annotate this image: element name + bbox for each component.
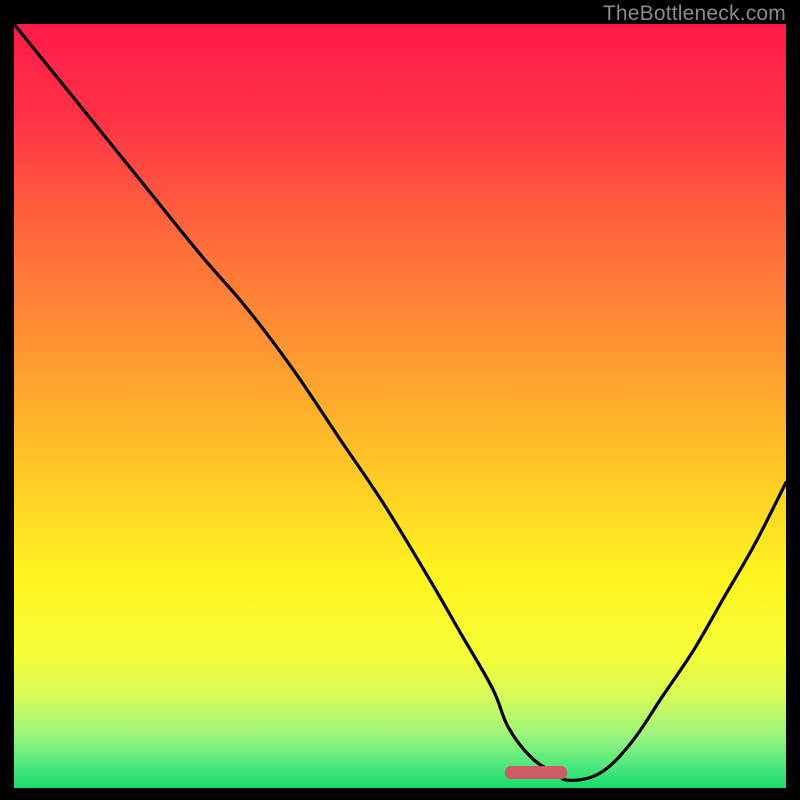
bottleneck-curve xyxy=(14,24,786,788)
chart-frame xyxy=(14,24,786,788)
watermark-text: TheBottleneck.com xyxy=(603,2,786,26)
optimal-range-marker xyxy=(505,766,567,779)
plot-area xyxy=(14,24,786,788)
